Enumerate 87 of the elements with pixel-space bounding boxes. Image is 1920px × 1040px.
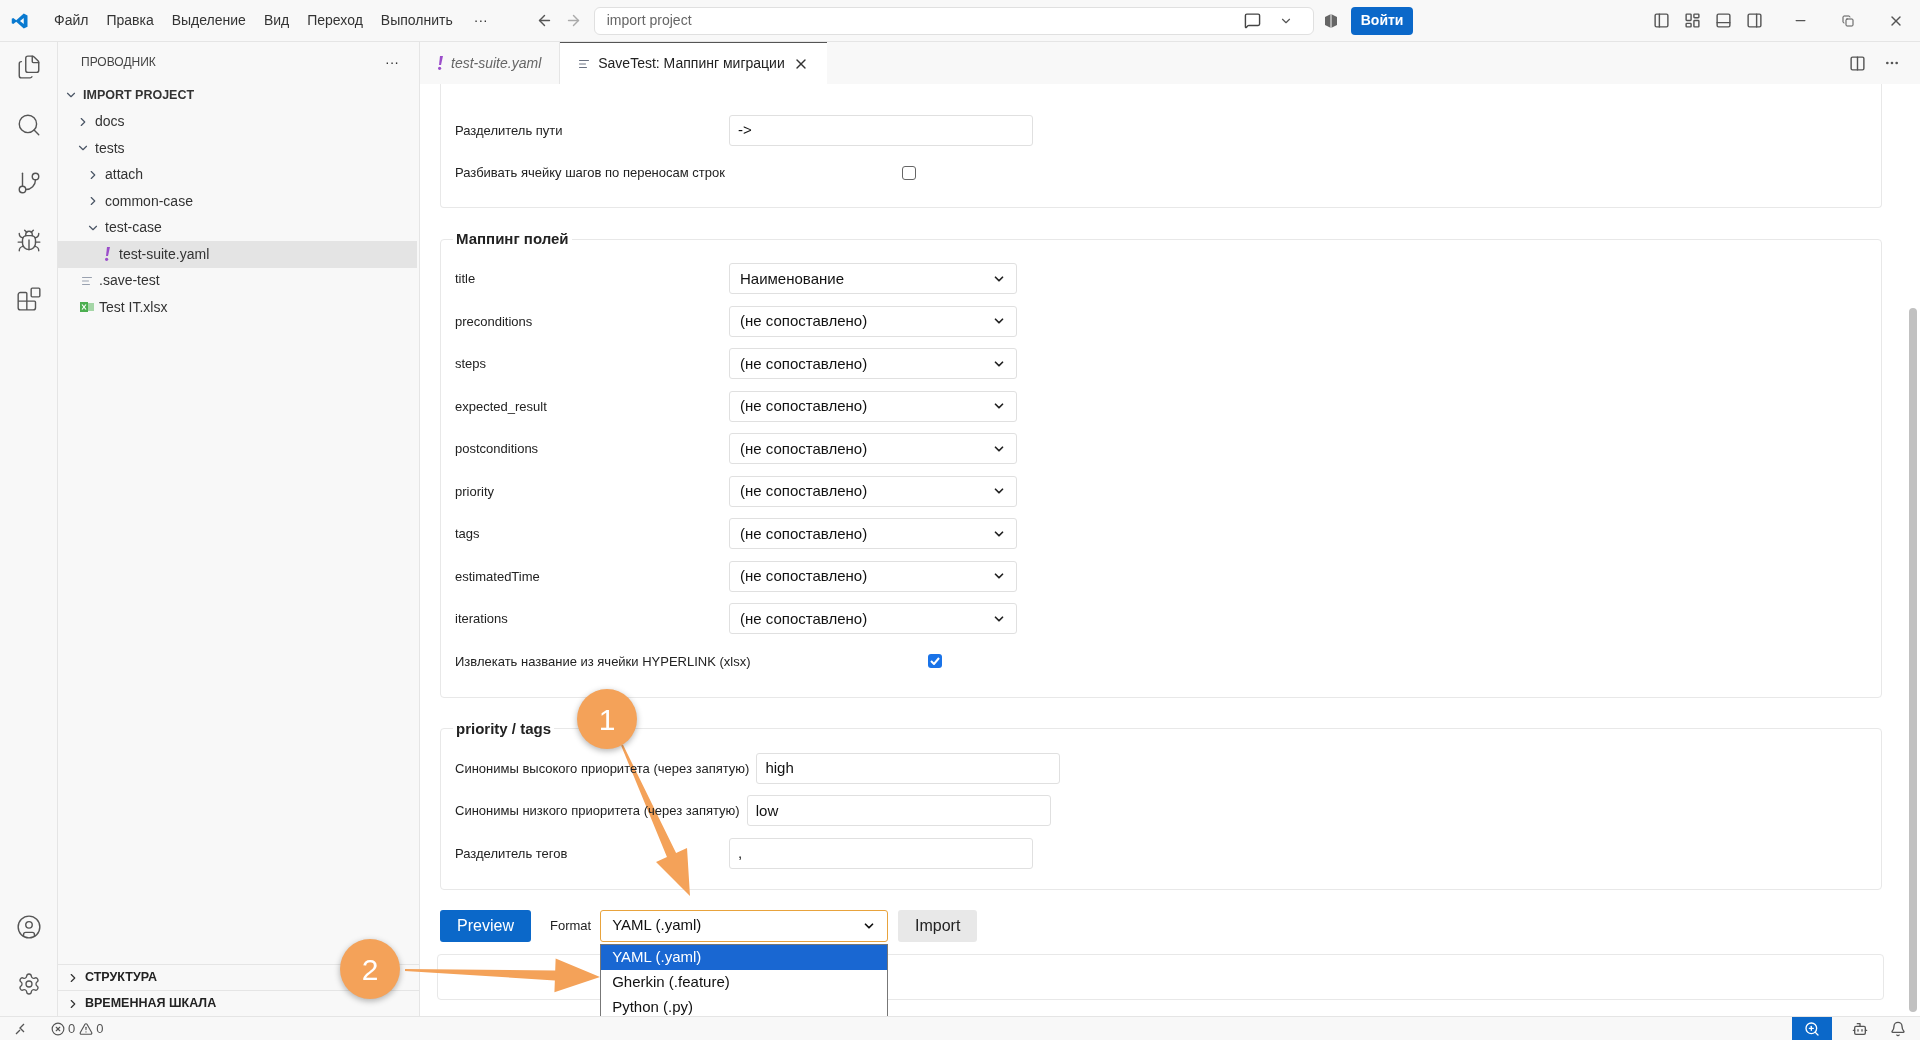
format-label: Format <box>550 916 592 935</box>
field-label: postconditions <box>455 440 540 458</box>
section-title: Маппинг полей <box>455 229 570 249</box>
zoom-icon <box>1804 1020 1820 1037</box>
field-label: title <box>455 270 477 288</box>
extensions-icon[interactable] <box>15 286 42 312</box>
select-field[interactable]: (не сопоставлено) <box>729 305 1017 337</box>
field-label: Разделитель тегов <box>455 844 569 863</box>
layout-icon[interactable] <box>1684 12 1701 29</box>
sidebar-title: ПРОВОДНИК <box>81 54 156 71</box>
select-field[interactable]: (не сопоставлено) <box>729 475 1017 507</box>
more-button[interactable]: ··· <box>385 51 399 73</box>
text-field[interactable]: low <box>746 795 1051 827</box>
notification-icon[interactable] <box>1890 1020 1906 1037</box>
dropdown-option[interactable]: Gherkin (.feature) <box>601 969 888 995</box>
tree-item[interactable]: attach <box>58 161 417 188</box>
warning-count[interactable]: 0 <box>96 1018 104 1039</box>
field-label: expected_result <box>455 397 548 416</box>
restore-icon[interactable] <box>1842 14 1854 27</box>
menu-item[interactable]: Файл <box>45 10 98 31</box>
dropdown-option[interactable]: Python (.py) <box>601 994 888 1016</box>
spreadsheet-icon <box>80 301 94 314</box>
section-title: priority / tags <box>455 718 553 739</box>
field-label: priority <box>455 482 495 501</box>
text-field[interactable]: -> <box>729 114 1033 146</box>
split-editor-icon[interactable] <box>1849 54 1866 72</box>
chat-icon[interactable] <box>1243 12 1261 29</box>
checkbox[interactable] <box>901 165 916 180</box>
command-search-field[interactable]: import project <box>593 6 1314 35</box>
tree-item[interactable]: .save-test <box>58 267 417 294</box>
field-label: Разбивать ячейку шагов по переносам строк <box>455 164 726 182</box>
settings-icon[interactable] <box>16 972 41 996</box>
field-label: preconditions <box>455 312 534 331</box>
menu-item[interactable]: Правка <box>97 10 163 31</box>
dropdown-option[interactable]: YAML (.yaml) <box>601 944 888 970</box>
sign-in-button[interactable]: Войти <box>1350 6 1414 35</box>
exclamation-icon <box>104 247 110 262</box>
tree-item[interactable]: tests <box>58 135 417 162</box>
toggle-secondary-sidebar-icon[interactable] <box>1746 12 1763 29</box>
exclamation-icon <box>438 56 443 70</box>
field-label: iterations <box>455 610 509 628</box>
format-select[interactable]: YAML (.yaml) <box>600 909 889 942</box>
tree-item[interactable]: common-case <box>58 188 417 215</box>
select-field[interactable]: (не сопоставлено) <box>729 560 1017 592</box>
tree-item[interactable]: docs <box>58 108 417 135</box>
error-count[interactable]: 0 <box>68 1018 76 1039</box>
text-field[interactable]: high <box>756 752 1061 784</box>
tree-item[interactable]: Test IT.xlsx <box>58 294 417 321</box>
editor-tab[interactable]: SaveTest: Маппинг миграции <box>560 42 827 84</box>
app-logo-icon <box>11 11 29 30</box>
zoom-button[interactable] <box>1792 1016 1832 1040</box>
field-label: Извлекать название из ячейки HYPERLINK (xlsx) <box>455 652 752 671</box>
field-label: tags <box>455 525 481 543</box>
select-field[interactable]: (не сопоставлено) <box>729 390 1017 422</box>
tree-item[interactable]: test-case <box>58 214 417 241</box>
warning-icon[interactable] <box>79 1021 94 1036</box>
field-label: Разделитель пути <box>455 121 564 140</box>
document-icon <box>578 57 591 70</box>
select-field[interactable]: (не сопоставлено) <box>729 603 1017 635</box>
checkmark-icon <box>929 657 940 666</box>
field-label: estimatedTime <box>455 567 541 586</box>
scrollbar-thumb[interactable] <box>1909 308 1917 1012</box>
tree-item[interactable]: IMPORT PROJECT <box>58 82 417 109</box>
field-label: steps <box>455 355 488 373</box>
account-icon[interactable] <box>15 914 42 940</box>
select-field[interactable]: Наименование <box>729 263 1017 295</box>
run-debug-icon[interactable] <box>15 228 42 254</box>
error-icon[interactable] <box>51 1021 65 1036</box>
import-button[interactable]: Import <box>898 909 978 942</box>
toggle-sidebar-icon[interactable] <box>1653 12 1670 29</box>
annotation-marker: 1 <box>577 689 637 749</box>
menu-item[interactable]: Вид <box>254 10 299 31</box>
menu-item[interactable]: Переход <box>298 10 372 31</box>
more-button[interactable]: ··· <box>461 10 500 31</box>
tree-item[interactable]: test-suite.yaml <box>58 241 417 268</box>
text-file-icon <box>81 274 93 287</box>
robot-icon[interactable] <box>1852 1020 1868 1037</box>
select-field[interactable]: (не сопоставлено) <box>729 433 1017 465</box>
checkbox[interactable] <box>927 654 942 669</box>
menu-item[interactable]: Выделение <box>162 10 255 31</box>
cube-icon[interactable] <box>1322 12 1339 29</box>
select-field[interactable]: (не сопоставлено) <box>729 348 1017 380</box>
select-field[interactable]: (не сопоставлено) <box>729 518 1017 550</box>
preview-button[interactable]: Preview <box>440 909 531 942</box>
menu-item[interactable]: Выполнить <box>371 10 462 31</box>
toggle-panel-icon[interactable] <box>1715 12 1732 29</box>
text-field[interactable]: , <box>729 837 1033 869</box>
